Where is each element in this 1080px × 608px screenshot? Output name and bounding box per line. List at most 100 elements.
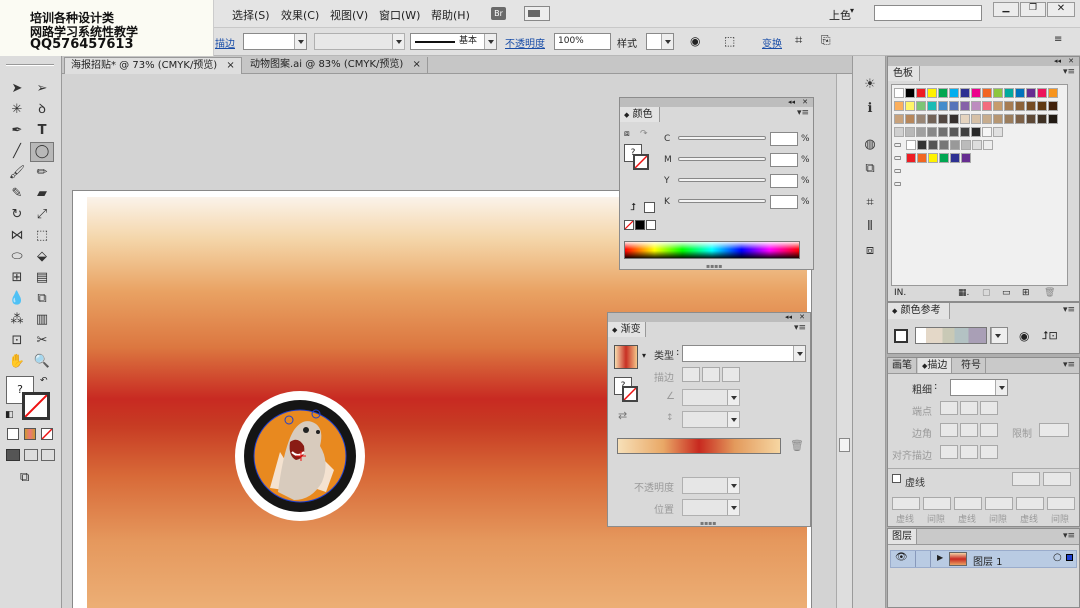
magic-wand-tool-icon[interactable]: ✳ bbox=[8, 101, 26, 119]
reverse-gradient-icon[interactable]: ⇄ bbox=[618, 409, 627, 422]
menu-window[interactable]: 窗口(W) bbox=[379, 7, 420, 23]
artboard-tool-icon[interactable]: ⊡ bbox=[8, 332, 26, 350]
color-spectrum[interactable] bbox=[624, 241, 800, 259]
color-swatch[interactable] bbox=[916, 127, 926, 137]
color-swatch[interactable] bbox=[927, 127, 937, 137]
color-swatch[interactable] bbox=[1037, 101, 1047, 111]
color-swatch[interactable] bbox=[917, 153, 927, 163]
color-swatch[interactable] bbox=[960, 101, 970, 111]
magenta-value-field[interactable] bbox=[770, 153, 798, 167]
workspace-switcher[interactable]: 上色 bbox=[829, 7, 851, 23]
color-swatch[interactable] bbox=[905, 101, 915, 111]
align-dash-button[interactable] bbox=[1043, 472, 1071, 486]
gamut-swatch[interactable] bbox=[644, 202, 655, 213]
dash-field[interactable] bbox=[954, 497, 982, 510]
none-swatch[interactable] bbox=[624, 220, 634, 230]
graphic-style-picker[interactable] bbox=[646, 33, 674, 50]
color-swatch[interactable] bbox=[938, 127, 948, 137]
animal-badge[interactable] bbox=[234, 390, 366, 522]
color-swatch[interactable] bbox=[993, 127, 1003, 137]
color-swatch[interactable] bbox=[927, 101, 937, 111]
align-icon[interactable]: ⬚ bbox=[724, 34, 735, 48]
swap-icon[interactable]: ↷ bbox=[640, 129, 648, 139]
color-swatch[interactable] bbox=[905, 88, 915, 98]
color-swatch[interactable] bbox=[993, 114, 1003, 124]
appearance-icon[interactable]: ◍ bbox=[861, 136, 879, 154]
angle-field[interactable] bbox=[682, 389, 740, 406]
color-panel-tab[interactable]: ◆ 颜色 bbox=[620, 107, 660, 122]
default-colors-icon[interactable]: ⧈ bbox=[624, 129, 630, 139]
align-panel-icon[interactable]: ⫴ bbox=[861, 218, 879, 236]
shape-builder-tool-icon[interactable]: ⬭ bbox=[8, 248, 26, 266]
panel-menu-icon[interactable]: ▾≡ bbox=[1063, 360, 1075, 370]
paintbrush-tool-icon[interactable]: 🖌 bbox=[8, 164, 26, 182]
tab-brushes[interactable]: 画笔 bbox=[888, 358, 917, 373]
color-swatch[interactable] bbox=[916, 101, 926, 111]
align-inside-button[interactable] bbox=[960, 445, 978, 459]
close-panel-icon[interactable]: ✕ bbox=[1068, 57, 1074, 65]
gradient-tool-icon[interactable]: ▤ bbox=[33, 269, 51, 287]
color-swatch[interactable] bbox=[939, 140, 949, 150]
trash-icon[interactable]: 🗑 bbox=[790, 439, 804, 452]
color-swatch[interactable] bbox=[1037, 88, 1047, 98]
mesh-tool-icon[interactable]: ⊞ bbox=[8, 269, 26, 287]
save-group-icon[interactable]: ⮥⊡ bbox=[1042, 329, 1058, 343]
chevron-down-icon[interactable]: ▾ bbox=[642, 351, 646, 360]
stroke-across-button[interactable] bbox=[722, 367, 740, 382]
color-swatch[interactable] bbox=[939, 153, 949, 163]
color-swatch[interactable] bbox=[1048, 101, 1058, 111]
screen-mode-icon[interactable]: ⧉ bbox=[20, 470, 29, 485]
color-swatch[interactable] bbox=[949, 88, 959, 98]
close-panel-icon[interactable]: ✕ bbox=[802, 98, 808, 106]
color-swatch[interactable] bbox=[982, 127, 992, 137]
gradient-type-select[interactable] bbox=[682, 345, 806, 362]
color-swatch[interactable] bbox=[971, 114, 981, 124]
panel-menu-icon[interactable]: ▾≡ bbox=[794, 323, 806, 333]
gradient-mode-icon[interactable] bbox=[24, 428, 36, 440]
variable-width-field[interactable] bbox=[314, 33, 405, 50]
gradient-thumbnail[interactable] bbox=[614, 345, 638, 369]
gradient-slider[interactable] bbox=[617, 438, 781, 454]
lock-toggle[interactable] bbox=[915, 551, 931, 567]
swatch-options-icon[interactable]: ▢ bbox=[982, 288, 991, 298]
graphic-styles-icon[interactable]: ⧉ bbox=[861, 160, 879, 178]
new-swatch-icon[interactable]: ⊞ bbox=[1022, 288, 1030, 298]
tab-layers[interactable]: 图层 bbox=[888, 529, 917, 544]
close-panel-icon[interactable]: ✕ bbox=[799, 313, 805, 321]
color-swatch[interactable] bbox=[1004, 88, 1014, 98]
color-swatch[interactable] bbox=[950, 140, 960, 150]
menu-select[interactable]: 选择(S) bbox=[232, 7, 270, 23]
miter-join-button[interactable] bbox=[940, 423, 958, 437]
stroke-weight-field[interactable] bbox=[243, 33, 307, 50]
collapse-icon[interactable]: ◂◂ bbox=[785, 313, 792, 321]
tab-poster[interactable]: 海报招贴* @ 73% (CMYK/预览) × bbox=[64, 57, 242, 74]
color-swatch[interactable] bbox=[894, 101, 904, 111]
collapse-icon[interactable]: ◂◂ bbox=[1054, 57, 1061, 65]
color-swatch[interactable] bbox=[1015, 88, 1025, 98]
color-swatch[interactable] bbox=[894, 88, 904, 98]
align-outside-button[interactable] bbox=[980, 445, 998, 459]
target-icon[interactable]: ○ bbox=[1053, 552, 1062, 563]
color-swatch[interactable] bbox=[928, 153, 938, 163]
tab-symbols[interactable]: 符号 bbox=[957, 358, 986, 373]
ellipse-tool-icon[interactable]: ◯ bbox=[30, 142, 54, 162]
column-graph-tool-icon[interactable]: ▥ bbox=[33, 311, 51, 329]
color-swatch[interactable] bbox=[949, 101, 959, 111]
location-field[interactable] bbox=[682, 499, 740, 516]
bridge-button[interactable]: Br bbox=[491, 7, 506, 20]
swatches-panel-tab[interactable]: 色板 bbox=[888, 66, 920, 81]
type-tool-icon[interactable]: T bbox=[33, 122, 51, 140]
align-center-button[interactable] bbox=[940, 445, 958, 459]
trash-icon[interactable]: 🗑 bbox=[1044, 288, 1055, 298]
color-swatch[interactable] bbox=[928, 140, 938, 150]
stroke-swatch-small[interactable] bbox=[622, 386, 638, 402]
new-color-group-icon[interactable]: ▭ bbox=[1002, 288, 1011, 298]
panel-menu-icon[interactable]: ▾≡ bbox=[797, 108, 809, 118]
color-swatch[interactable] bbox=[982, 114, 992, 124]
color-swatch[interactable] bbox=[960, 88, 970, 98]
round-cap-button[interactable] bbox=[960, 401, 978, 415]
draw-normal-icon[interactable] bbox=[6, 449, 20, 461]
swatch-libraries-icon[interactable]: IN. bbox=[894, 288, 906, 298]
color-swatch[interactable] bbox=[949, 127, 959, 137]
blob-brush-tool-icon[interactable]: ✎ bbox=[8, 185, 26, 203]
